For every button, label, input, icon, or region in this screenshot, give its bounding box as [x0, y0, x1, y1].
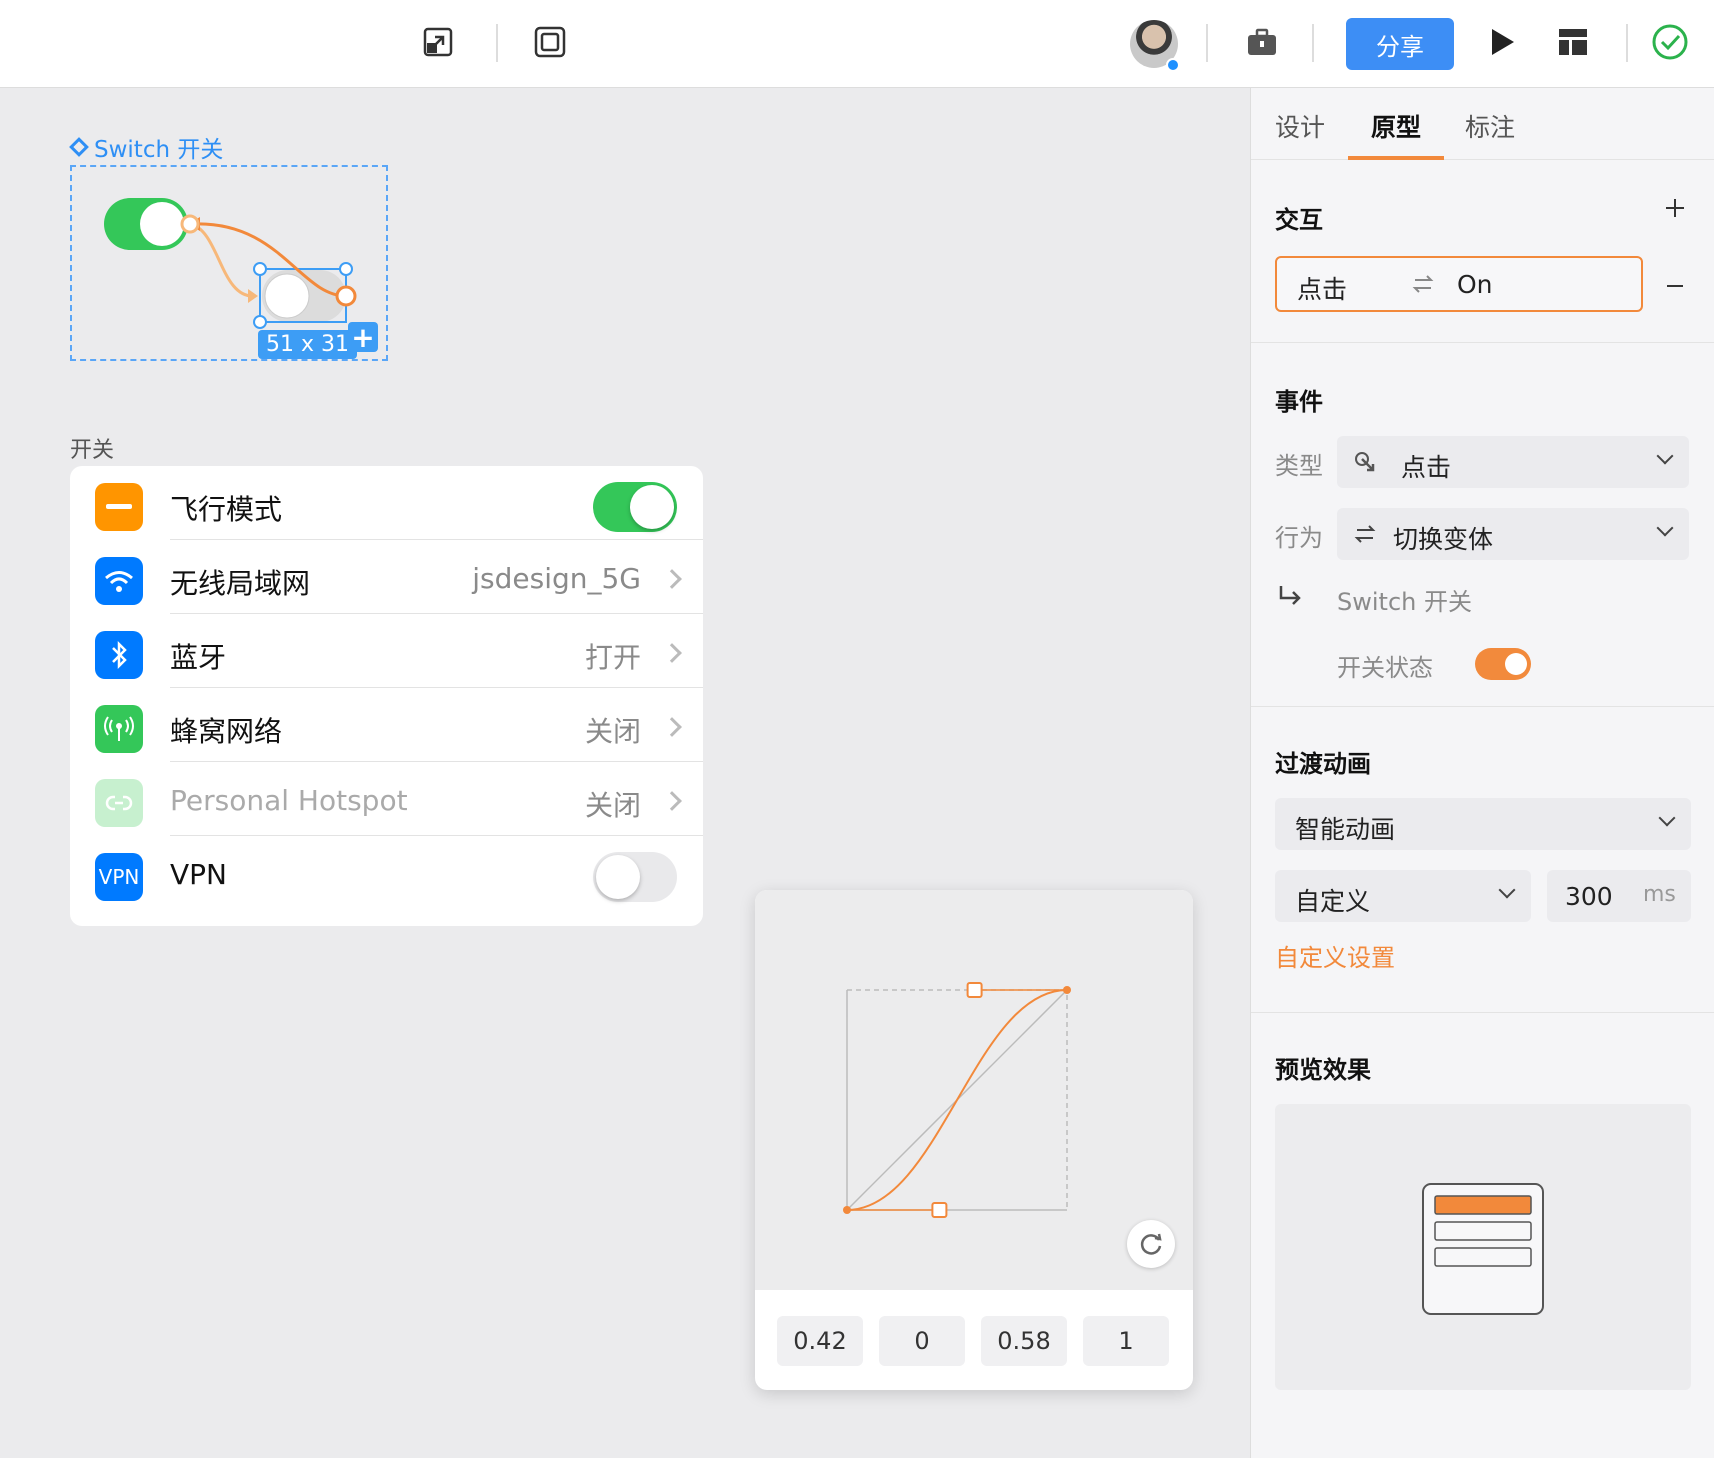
- resize-icon[interactable]: [418, 22, 458, 62]
- bluetooth-icon: [95, 631, 143, 679]
- tab-design[interactable]: 设计: [1275, 108, 1325, 144]
- wifi-icon: [95, 557, 143, 605]
- list-item-value: 关闭: [584, 789, 641, 822]
- interaction-target: On: [1457, 270, 1493, 299]
- chevron-right-icon: [662, 791, 682, 811]
- bezier-y2-input[interactable]: 1: [1083, 1316, 1169, 1366]
- event-action-label: 行为: [1275, 524, 1323, 552]
- custom-settings-link[interactable]: 自定义设置: [1275, 938, 1395, 973]
- easing-dropdown[interactable]: 自定义: [1275, 870, 1531, 922]
- share-button[interactable]: 分享: [1346, 18, 1454, 70]
- toolbar-divider: [1626, 24, 1628, 62]
- return-arrow-icon: [1277, 584, 1303, 612]
- list-item-label: 蓝牙: [170, 641, 227, 674]
- remove-interaction-minus-icon[interactable]: [1663, 274, 1687, 302]
- tab-prototype[interactable]: 原型: [1371, 108, 1421, 144]
- transition-heading: 过渡动画: [1275, 750, 1371, 778]
- event-type-label: 类型: [1275, 452, 1323, 480]
- play-icon[interactable]: [1482, 22, 1522, 62]
- switch-state-toggle[interactable]: [1475, 648, 1531, 680]
- hotspot-icon: [95, 779, 143, 827]
- toolbar-divider: [1206, 24, 1208, 62]
- swap-icon: [1411, 272, 1435, 300]
- list-item-label: 蜂窝网络: [170, 715, 283, 748]
- list-item-label: 飞行模式: [170, 493, 283, 526]
- active-tab-indicator: [1348, 156, 1444, 160]
- bezier-x1-input[interactable]: 0.42: [777, 1316, 863, 1366]
- refresh-icon[interactable]: [1127, 1220, 1175, 1268]
- event-action-value: 切换变体: [1393, 525, 1494, 554]
- add-interaction-plus-icon[interactable]: [1663, 196, 1687, 224]
- list-item-bluetooth[interactable]: 蓝牙 打开: [70, 614, 703, 688]
- chevron-right-icon: [662, 643, 682, 663]
- online-status-dot: [1166, 58, 1180, 72]
- section-title: 开关: [70, 438, 115, 463]
- event-type-dropdown[interactable]: 点击: [1337, 436, 1689, 488]
- frame-icon[interactable]: [530, 22, 570, 62]
- bezier-curve-editor: 0.42 0 0.58 1: [755, 890, 1193, 1390]
- chevron-down-icon: [1498, 881, 1516, 899]
- properties-panel: 设计 原型 标注 交互 点击 On 事件 类型 点击 行为 切换变体 Switc…: [1250, 88, 1714, 1458]
- chevron-down-icon: [1656, 519, 1674, 537]
- animation-type-value: 智能动画: [1295, 815, 1396, 844]
- target-component-name[interactable]: Switch 开关: [1337, 582, 1472, 617]
- list-item-label: 无线局域网: [170, 567, 311, 600]
- list-item-value: 打开: [584, 641, 641, 674]
- preview-heading: 预览效果: [1275, 1056, 1371, 1084]
- chevron-right-icon: [662, 717, 682, 737]
- size-badge: 51 x 31: [258, 330, 357, 359]
- bezier-end-point: [1063, 986, 1071, 994]
- cellular-icon: [95, 705, 143, 753]
- pointer-icon: [1353, 450, 1377, 480]
- list-item-hotspot[interactable]: Personal Hotspot 关闭: [70, 762, 703, 836]
- event-type-value: 点击: [1401, 453, 1452, 482]
- list-item-label: VPN: [170, 858, 227, 891]
- list-item-value: jsdesign_5G: [472, 562, 641, 595]
- swap-icon: [1353, 522, 1377, 550]
- chevron-right-icon: [662, 569, 682, 589]
- panel-tabs: 设计 原型 标注: [1251, 88, 1714, 160]
- duration-value: 300: [1565, 882, 1613, 911]
- briefcase-icon[interactable]: [1242, 22, 1282, 62]
- chevron-down-icon: [1656, 447, 1674, 465]
- bezier-y1-input[interactable]: 0: [879, 1316, 965, 1366]
- airplane-icon: [95, 483, 143, 531]
- preview-area: [1275, 1104, 1691, 1390]
- duration-unit: ms: [1643, 882, 1676, 907]
- vpn-toggle[interactable]: [593, 852, 677, 902]
- switch-state-label: 开关状态: [1337, 654, 1433, 682]
- bezier-x2-input[interactable]: 0.58: [981, 1316, 1067, 1366]
- toolbar-divider: [496, 24, 498, 62]
- tab-annotation[interactable]: 标注: [1465, 108, 1515, 144]
- settings-list: 飞行模式 无线局域网 jsdesign_5G 蓝牙 打开 蜂窝网络 关闭 Per…: [70, 466, 703, 926]
- bezier-graph[interactable]: [755, 890, 1193, 1290]
- list-item-value: 关闭: [584, 715, 641, 748]
- preview-device-icon: [1422, 1183, 1544, 1315]
- bezier-control-handle-1[interactable]: [931, 1202, 948, 1218]
- list-item-wifi[interactable]: 无线局域网 jsdesign_5G: [70, 540, 703, 614]
- bezier-start-point: [843, 1206, 851, 1214]
- layout-icon[interactable]: [1553, 22, 1593, 62]
- bezier-control-handle-2[interactable]: [966, 982, 983, 998]
- interaction-heading: 交互: [1275, 206, 1323, 234]
- list-item-vpn: VPN VPN: [70, 836, 703, 910]
- list-item-airplane-mode: 飞行模式: [70, 466, 703, 540]
- animation-type-dropdown[interactable]: 智能动画: [1275, 798, 1691, 850]
- event-action-dropdown[interactable]: 切换变体: [1337, 508, 1689, 560]
- chevron-down-icon: [1658, 809, 1676, 827]
- toolbar-divider: [1312, 24, 1314, 62]
- add-interaction-plus-icon[interactable]: +: [348, 321, 378, 354]
- bezier-plot: [755, 890, 1193, 1290]
- duration-input[interactable]: 300 ms: [1547, 870, 1691, 922]
- list-item-cellular[interactable]: 蜂窝网络 关闭: [70, 688, 703, 762]
- interaction-trigger: 点击: [1297, 275, 1348, 304]
- interaction-item[interactable]: 点击 On: [1275, 256, 1643, 312]
- list-item-label: Personal Hotspot: [170, 784, 408, 817]
- vpn-icon: VPN: [95, 853, 143, 901]
- event-heading: 事件: [1275, 388, 1323, 416]
- easing-value: 自定义: [1295, 887, 1371, 916]
- check-circle-icon[interactable]: [1650, 22, 1690, 62]
- airplane-mode-toggle[interactable]: [593, 482, 677, 532]
